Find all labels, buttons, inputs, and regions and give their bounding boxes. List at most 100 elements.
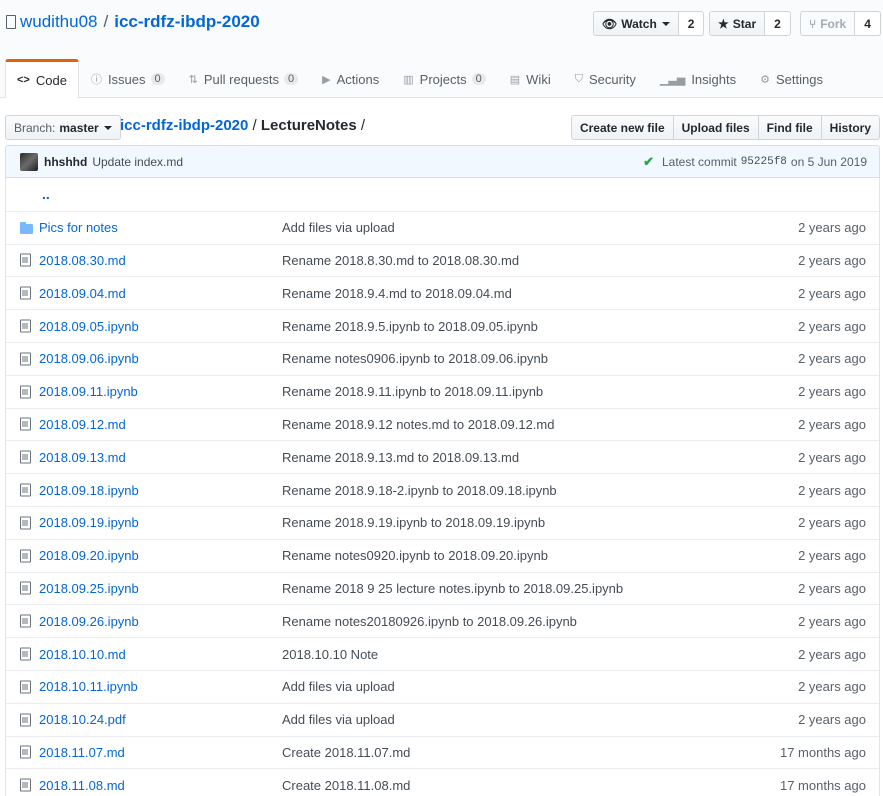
branch-selector[interactable]: Branch: master [5,115,121,140]
repo-name-link[interactable]: icc-rdfz-ibdp-2020 [114,12,259,32]
fork-button[interactable]: ⑂ Fork [800,11,856,36]
file-commit-message[interactable]: 2018.10.10 Note [282,647,378,662]
file-age: 17 months ago [779,744,866,760]
project-icon: ▥ [403,73,414,86]
file-commit-message[interactable]: Rename notes0920.ipynb to 2018.09.20.ipy… [282,548,548,563]
star-group: ★ Star 2 [709,11,791,36]
file-row: 2018.09.12.md Rename 2018.9.12 notes.md t… [6,407,879,441]
file-commit-message[interactable]: Rename 2018.9.13.md to 2018.09.13.md [282,450,519,465]
star-icon: ★ [718,16,729,31]
parent-directory-link[interactable]: .. [42,186,50,202]
watch-button[interactable]: 👁 Watch [593,11,679,36]
file-commit-message[interactable]: Rename 2018.9.19.ipynb to 2018.09.19.ipy… [282,515,545,530]
file-name-link[interactable]: 2018.09.18.ipynb [39,483,139,498]
file-name-link[interactable]: 2018.09.13.md [39,450,126,465]
find-file-button[interactable]: Find file [757,115,822,140]
file-name-link[interactable]: 2018.09.06.ipynb [39,351,139,366]
file-commit-message[interactable]: Rename notes0906.ipynb to 2018.09.06.ipy… [282,351,548,366]
file-name-link[interactable]: 2018.09.04.md [39,286,126,301]
file-commit-message[interactable]: Add files via upload [282,220,395,235]
repo-owner-link[interactable]: wudithu08 [20,12,98,32]
file-commit-message[interactable]: Rename 2018.8.30.md to 2018.08.30.md [282,253,519,268]
file-commit-message[interactable]: Rename 2018 9 25 lecture notes.ipynb to … [282,581,623,596]
repo-icon [6,15,16,29]
repo-title: wudithu08 / icc-rdfz-ibdp-2020 [6,12,260,32]
file-age: 17 months ago [779,777,866,793]
book-icon: ▤ [509,73,521,86]
file-name-link[interactable]: 2018.11.08.md [39,778,125,793]
file-commit-message[interactable]: Create 2018.11.08.md [282,778,410,793]
branch-label: Branch: [14,120,56,135]
file-name-link[interactable]: Pics for notes [39,220,118,235]
commit-date: on 5 Jun 2019 [790,154,867,169]
file-commit-message[interactable]: Rename notes20180926.ipynb to 2018.09.26… [282,614,577,629]
file-row: 2018.09.19.ipynb Rename 2018.9.19.ipynb t… [6,505,879,539]
file-name-link[interactable]: 2018.10.24.pdf [39,712,126,727]
file-name-link[interactable]: 2018.11.07.md [39,745,125,760]
repo-header: wudithu08 / icc-rdfz-ibdp-2020 👁 Watch 2… [0,0,883,99]
file-commit-message[interactable]: Add files via upload [282,679,395,694]
file-name-link[interactable]: 2018.08.30.md [39,253,126,268]
file-name-link[interactable]: 2018.09.05.ipynb [39,319,139,334]
file-list: .. Pics for notes Add files via upload 2 y… [5,178,880,796]
file-row: 2018.09.11.ipynb Rename 2018.9.11.ipynb t… [6,374,879,408]
tab-counter: 0 [150,73,165,85]
parent-directory-row[interactable]: .. [6,178,879,211]
commit-sha[interactable]: 95225f8 [741,156,787,168]
file-commit-message[interactable]: Add files via upload [282,712,395,727]
tab-wiki[interactable]: ▤ Wiki [498,59,563,99]
file-commit-message[interactable]: Rename 2018.9.11.ipynb to 2018.09.11.ipy… [282,384,543,399]
file-age: 2 years ago [798,220,866,236]
file-row: 2018.09.18.ipynb Rename 2018.9.18-2.ipynb… [6,473,879,506]
file-row: 2018.09.13.md Rename 2018.9.13.md to 2018… [6,440,879,473]
tab-label: Insights [691,71,737,87]
star-button[interactable]: ★ Star [709,11,766,36]
fork-icon: ⑂ [809,16,817,31]
tab-insights[interactable]: ▁▃▅ Insights [648,59,748,99]
file-commit-message[interactable]: Rename 2018.9.12 notes.md to 2018.09.12.… [282,417,554,432]
file-row: 2018.08.30.md Rename 2018.8.30.md to 2018… [6,243,879,277]
pull-request-icon: ⇅ [188,73,198,86]
tab-issues[interactable]: ⓘ Issues 0 [79,59,177,99]
tab-projects[interactable]: ▥ Projects 0 [391,59,498,99]
file-name-link[interactable]: 2018.09.26.ipynb [39,614,139,629]
file-name-link[interactable]: 2018.10.10.md [39,647,126,662]
fork-count[interactable]: 4 [855,11,881,36]
breadcrumb-separator: / [252,117,257,134]
file-age: 2 years ago [798,285,866,301]
file-name-link[interactable]: 2018.09.11.ipynb [39,384,138,399]
create-new-file-button[interactable]: Create new file [570,115,674,140]
file-row: 2018.10.24.pdf Add files via upload 2 year… [6,702,879,736]
tab-counter: 0 [284,73,299,85]
avatar[interactable] [20,152,38,171]
tab-security[interactable]: ⛉ Security [563,59,648,99]
tab-label: Settings [776,71,823,87]
file-commit-message[interactable]: Rename 2018.9.5.ipynb to 2018.09.05.ipyn… [282,319,538,334]
commit-author[interactable]: hhshhd [44,155,87,169]
fork-group: ⑂ Fork 4 [800,11,881,36]
upload-files-button[interactable]: Upload files [672,115,759,140]
tab-settings[interactable]: ⚙ Settings [748,59,835,99]
file-name-link[interactable]: 2018.09.19.ipynb [39,515,139,530]
tab-actions[interactable]: ▶ Actions [310,59,391,99]
history-button[interactable]: History [820,115,880,140]
file-commit-message[interactable]: Rename 2018.9.4.md to 2018.09.04.md [282,286,512,301]
commit-message[interactable]: Update index.md [92,155,183,169]
tab-code[interactable]: <> Code [5,59,79,99]
file-name-link[interactable]: 2018.09.20.ipynb [39,548,139,563]
watch-count[interactable]: 2 [678,11,705,36]
breadcrumb-repo-link[interactable]: icc-rdfz-ibdp-2020 [120,117,248,134]
file-icon [20,713,31,727]
file-age: 2 years ago [798,613,866,629]
tab-pull-requests[interactable]: ⇅ Pull requests 0 [177,59,311,99]
file-name-link[interactable]: 2018.09.12.md [39,417,126,432]
file-age: 2 years ago [798,679,866,695]
file-icon [20,286,31,300]
file-icon [20,385,31,399]
file-commit-message[interactable]: Rename 2018.9.18-2.ipynb to 2018.09.18.i… [282,483,557,498]
file-commit-message[interactable]: Create 2018.11.07.md [282,745,410,760]
star-count[interactable]: 2 [765,11,791,36]
file-row: 2018.10.10.md 2018.10.10 Note 2 years ago [6,637,879,670]
file-name-link[interactable]: 2018.09.25.ipynb [39,581,139,596]
file-name-link[interactable]: 2018.10.11.ipynb [39,679,138,694]
